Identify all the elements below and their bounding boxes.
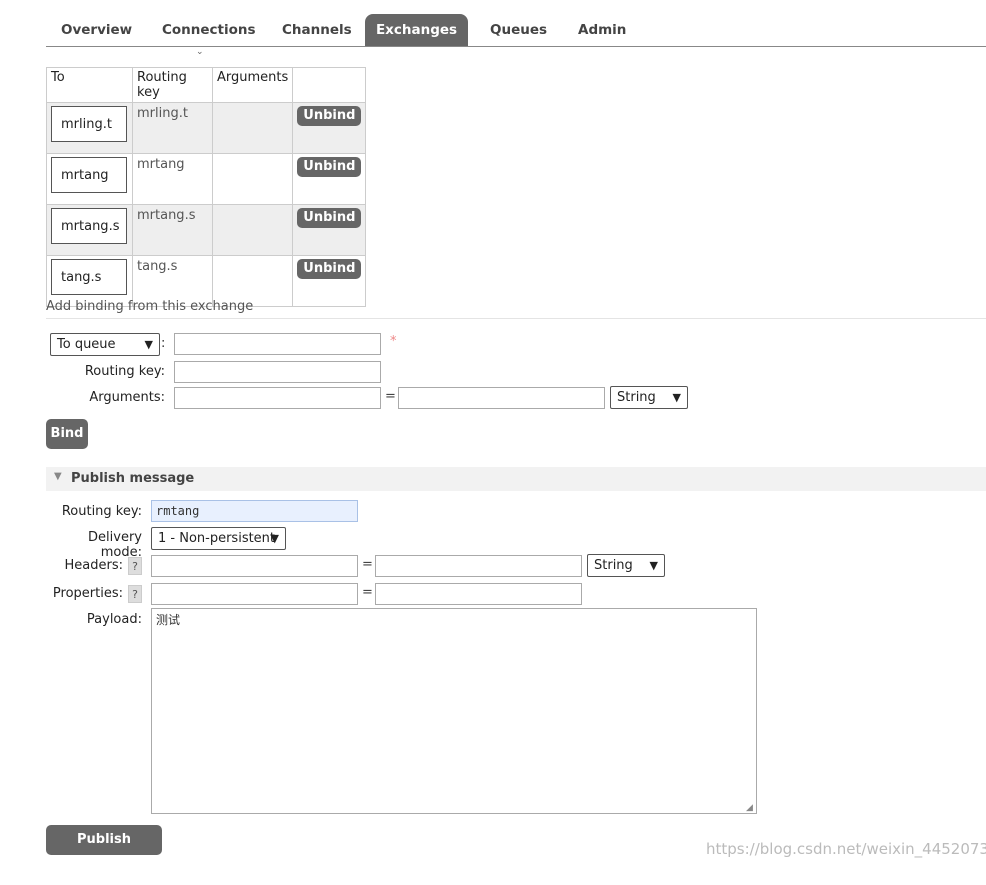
unbind-button[interactable]: Unbind — [297, 208, 362, 228]
arguments-cell — [211, 153, 294, 205]
col-header-routing-key: Routing key — [132, 67, 213, 103]
bind-button[interactable]: Bind — [46, 419, 88, 449]
argument-type-value: String — [617, 390, 656, 405]
header-type-value: String — [594, 558, 633, 573]
destination-type-select[interactable]: To queue ▼ — [50, 333, 160, 356]
publish-routing-key-label: Routing key: — [61, 504, 142, 519]
payload-textarea[interactable]: 测试 — [151, 608, 757, 814]
chevron-down-icon: ▼ — [270, 532, 279, 545]
tab-overview[interactable]: Overview — [61, 14, 132, 46]
queue-link[interactable]: mrtang — [51, 157, 127, 193]
main-tabs: Overview Connections Channels Exchanges … — [46, 14, 986, 57]
property-key-input[interactable] — [151, 583, 358, 605]
arguments-cell — [211, 102, 294, 154]
arguments-label: Arguments: — [89, 390, 165, 405]
collapse-triangle-icon: ▼ — [54, 471, 62, 482]
arguments-cell — [211, 204, 294, 256]
payload-label: Payload: — [86, 612, 142, 627]
chevron-down-icon: ▼ — [144, 338, 153, 351]
chevron-down-icon: ▼ — [649, 559, 658, 572]
tab-admin[interactable]: Admin — [578, 14, 626, 46]
binding-routing-key-label: Routing key: — [84, 364, 165, 379]
publish-message-button[interactable]: Publish message — [46, 825, 162, 877]
routing-key-cell: mrtang.s — [132, 204, 213, 256]
divider — [46, 318, 986, 319]
publish-section-header[interactable]: ▼ Publish message — [46, 467, 986, 491]
table-header-row: To Routing key Arguments — [46, 67, 367, 103]
destination-input[interactable] — [174, 333, 381, 355]
unbind-button[interactable]: Unbind — [297, 106, 362, 126]
headers-label: Headers: — [64, 558, 124, 573]
queue-link[interactable]: mrling.t — [51, 106, 127, 142]
col-header-actions — [292, 67, 367, 103]
publish-section-title: Publish message — [71, 471, 195, 486]
tab-queues[interactable]: Queues — [490, 14, 547, 46]
chevron-down-icon: ▼ — [672, 391, 681, 404]
argument-value-input[interactable] — [398, 387, 605, 409]
header-value-input[interactable] — [375, 555, 582, 577]
colon: : — [161, 336, 166, 351]
equals-sign: = — [362, 585, 373, 600]
table-row: mrling.t mrling.t Unbind — [46, 102, 367, 154]
routing-key-cell: mrtang — [132, 153, 213, 205]
col-header-arguments: Arguments — [211, 67, 294, 103]
routing-key-cell: mrling.t — [132, 102, 213, 154]
watermark: https://blog.csdn.net/weixin_44520739 — [706, 840, 986, 858]
queue-link[interactable]: tang.s — [51, 259, 127, 295]
argument-key-input[interactable] — [174, 387, 381, 409]
resize-grip-icon[interactable]: ◢ — [746, 803, 753, 813]
bindings-table: To Routing key Arguments mrling.t mrling… — [46, 67, 367, 307]
delivery-mode-label: Delivery mode: — [88, 530, 142, 560]
add-binding-title: Add binding from this exchange — [46, 299, 254, 314]
unbind-button[interactable]: Unbind — [297, 157, 362, 177]
help-icon[interactable]: ? — [128, 585, 142, 603]
queue-link[interactable]: mrtang.s — [51, 208, 127, 244]
property-value-input[interactable] — [375, 583, 582, 605]
required-mark: * — [390, 334, 397, 349]
delivery-mode-value: 1 - Non-persistent — [158, 531, 276, 546]
properties-label: Properties: — [52, 586, 123, 601]
chevron-down-icon: ⌄ — [196, 47, 204, 57]
equals-sign: = — [385, 389, 396, 404]
tab-exchanges[interactable]: Exchanges — [365, 14, 468, 46]
tab-connections[interactable]: Connections — [162, 14, 256, 46]
argument-type-select[interactable]: String ▼ — [610, 386, 688, 409]
table-row: mrtang mrtang Unbind — [46, 153, 367, 205]
equals-sign: = — [362, 557, 373, 572]
publish-routing-key-input[interactable]: rmtang — [151, 500, 358, 522]
header-type-select[interactable]: String ▼ — [587, 554, 665, 577]
tab-channels[interactable]: Channels — [282, 14, 352, 46]
unbind-button[interactable]: Unbind — [297, 259, 362, 279]
help-icon[interactable]: ? — [128, 557, 142, 575]
header-key-input[interactable] — [151, 555, 358, 577]
delivery-mode-select[interactable]: 1 - Non-persistent ▼ — [151, 527, 286, 550]
col-header-to: To — [46, 67, 133, 103]
destination-type-value: To queue — [57, 337, 116, 352]
binding-routing-key-input[interactable] — [174, 361, 381, 383]
table-row: mrtang.s mrtang.s Unbind — [46, 204, 367, 256]
